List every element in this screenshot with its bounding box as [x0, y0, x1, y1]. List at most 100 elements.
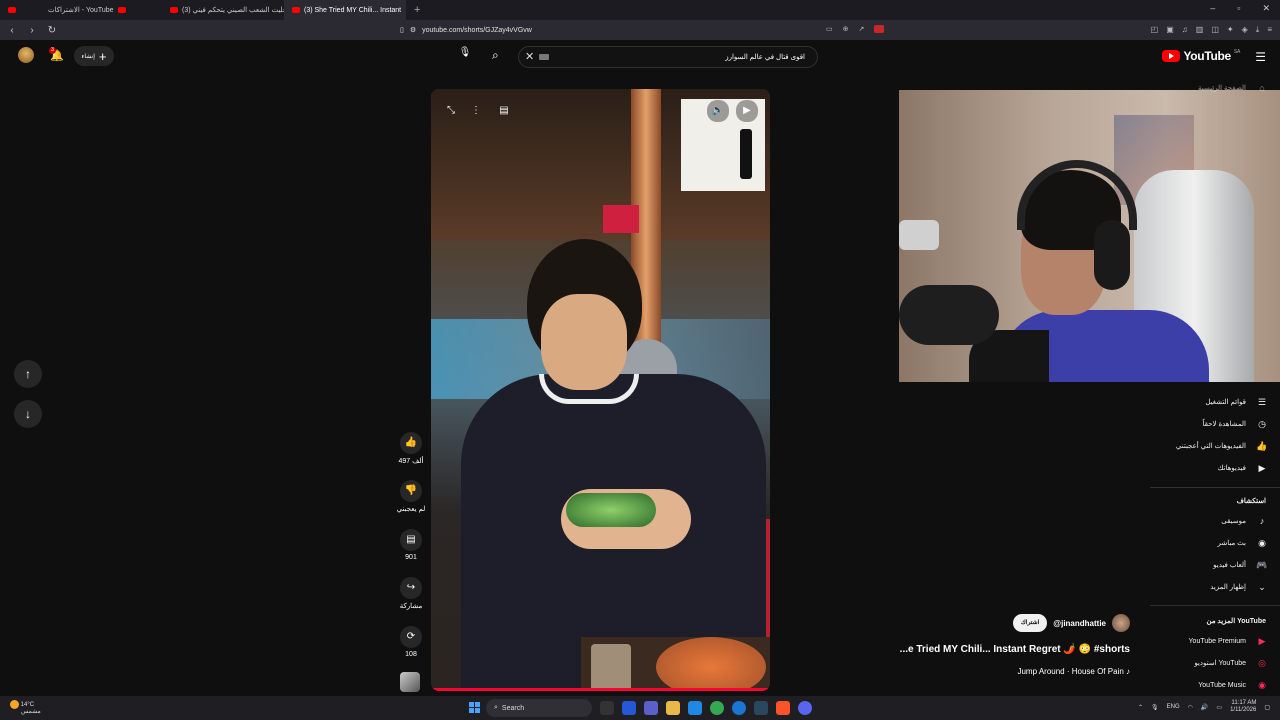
wifi-icon[interactable]: ◠: [1188, 704, 1193, 711]
short-title[interactable]: ...e Tried MY Chili... Instant Regret 🌶️…: [900, 644, 1130, 655]
subscribe-button[interactable]: اشتراك: [1012, 614, 1048, 632]
sidebar-item-label: YouTube Premium: [1188, 637, 1246, 645]
windows-start-icon[interactable]: [469, 702, 480, 713]
notification-center-icon[interactable]: ▢: [1264, 704, 1270, 711]
browser-tab[interactable]: [0, 0, 40, 20]
previous-short-button[interactable]: ↑: [14, 360, 42, 388]
next-short-button[interactable]: ↓: [14, 400, 42, 428]
clock-icon: ◷: [1258, 418, 1266, 429]
sidebar-item-studio[interactable]: استوديو YouTube ◎: [1150, 653, 1280, 673]
search-icon[interactable]: ⌕: [492, 48, 499, 63]
more-options-icon[interactable]: ⋮: [471, 103, 481, 119]
hamburger-menu-icon[interactable]: ☰: [1255, 50, 1266, 64]
taskbar-search-label: Search: [501, 704, 525, 712]
youtube-logo[interactable]: YouTube SA: [1162, 49, 1240, 63]
sidebar-item-premium[interactable]: YouTube Premium ▶: [1150, 631, 1280, 651]
language-indicator[interactable]: ENG: [1167, 704, 1180, 710]
dislike-button[interactable]: 👎 لم يعجبني: [392, 480, 430, 513]
play-icon[interactable]: ▶: [736, 100, 758, 122]
volume-icon[interactable]: 🔈: [707, 100, 729, 122]
site-info-icon[interactable]: ⚙: [410, 26, 416, 34]
video-frame-bowl: [656, 637, 766, 691]
back-icon[interactable]: ‹: [4, 25, 20, 36]
create-button[interactable]: إنشاء +: [74, 46, 114, 66]
sidebar-item-your-videos[interactable]: فيديوهاتك ▶: [1150, 458, 1280, 478]
extension-icon[interactable]: ▣: [1166, 25, 1174, 35]
url-field[interactable]: ▯ ⚙ youtube.com/shorts/GJZay4vVGvw: [400, 26, 532, 35]
music-icon[interactable]: ♫: [1182, 25, 1188, 35]
app-icon[interactable]: [688, 701, 702, 715]
sidebar-item-show-more[interactable]: إظهار المزيد ⌄: [1150, 577, 1280, 597]
comments-button[interactable]: ▤ 901: [392, 529, 430, 561]
zoom-icon[interactable]: ⊕: [843, 25, 849, 35]
forward-icon[interactable]: ›: [24, 25, 40, 36]
sound-link[interactable]: Jump Around · House Of Pain ♪: [1017, 667, 1130, 676]
like-button[interactable]: 👍 497 ألف: [392, 432, 430, 465]
create-label: إنشاء: [81, 53, 95, 60]
thumbs-up-icon: 👍: [400, 432, 422, 454]
sidebar-item-gaming[interactable]: ألعاب فيديو 🎮: [1150, 555, 1280, 575]
file-explorer-icon[interactable]: [666, 701, 680, 715]
teams-icon[interactable]: [644, 701, 658, 715]
browser-tab[interactable]: (3) خليت الشعب الصيني يتحكم فيني !!: [162, 0, 284, 20]
close-window-icon[interactable]: ✕: [1262, 3, 1270, 14]
sidebar-item-playlists[interactable]: قوائم التشغيل ☰: [1150, 392, 1280, 412]
chrome-icon[interactable]: [710, 701, 724, 715]
fullscreen-icon[interactable]: ⤡: [443, 103, 459, 119]
avatar[interactable]: [18, 47, 34, 63]
clear-search-icon[interactable]: ✕: [525, 50, 534, 63]
shield-icon[interactable]: [874, 25, 885, 35]
brave-icon[interactable]: [776, 701, 790, 715]
sidebar-item-liked[interactable]: الفيديوهات التي أعجبتني 👍: [1150, 436, 1280, 456]
search-input[interactable]: اقوى قتال في عالم السوارز: [725, 53, 805, 61]
weather-widget[interactable]: 14°C مشمس: [10, 700, 41, 716]
sidebar-item-youtube-music[interactable]: YouTube Music ◉: [1150, 675, 1280, 695]
bookmark-icon[interactable]: ▯: [400, 26, 404, 34]
windows-taskbar: 14°C مشمس ⌕ Search ⌃ 🎙 ENG ◠ 🔊 ▭ 11:17 A…: [0, 696, 1280, 720]
clock[interactable]: 11:17 AM 1/11/2026: [1230, 700, 1256, 714]
reload-icon[interactable]: ↻: [44, 25, 60, 36]
browser-tab-active[interactable]: (3) She Tried MY Chili... Instant✕: [284, 0, 406, 20]
steam-icon[interactable]: [754, 701, 768, 715]
menu-icon[interactable]: ≡: [1267, 25, 1272, 35]
extension-icon[interactable]: ◰: [1151, 25, 1159, 35]
plus-icon: +: [98, 48, 107, 64]
remix-button[interactable]: ⟳ 108: [392, 626, 430, 658]
sidebar-item-watch-later[interactable]: المشاهدة لاحقاً ◷: [1150, 414, 1280, 434]
share-page-icon[interactable]: ↗: [859, 25, 865, 35]
sidebar-icon[interactable]: ▥: [1196, 25, 1204, 35]
sidebar-item-music[interactable]: موسيقى ♪: [1150, 511, 1280, 531]
sidebar-item-live[interactable]: بث مباشر ◉: [1150, 533, 1280, 553]
task-view-icon[interactable]: [600, 701, 614, 715]
discord-icon[interactable]: [798, 701, 812, 715]
maximize-icon[interactable]: ▫: [1237, 3, 1240, 14]
keyboard-icon[interactable]: [539, 54, 549, 60]
weather-sun-icon: [10, 700, 19, 709]
edge-icon[interactable]: [732, 701, 746, 715]
download-icon[interactable]: ⤓: [1256, 25, 1260, 35]
share-button[interactable]: ↪ مشاركة: [392, 577, 430, 610]
sound-thumbnail[interactable]: [400, 672, 420, 692]
url-text: youtube.com/shorts/GJZay4vVGvw: [422, 26, 532, 34]
browser-tab[interactable]: الاشتراكات - YouTube: [40, 0, 162, 20]
install-icon[interactable]: ▭: [826, 25, 833, 35]
playback-progress-bar[interactable]: [431, 688, 770, 691]
app-icon[interactable]: [622, 701, 636, 715]
captions-icon[interactable]: ▤: [497, 103, 511, 119]
battery-icon[interactable]: ▭: [1216, 704, 1222, 711]
shorts-player[interactable]: ⤡ ⋮ ▤ 🔈 ▶: [431, 89, 770, 691]
leo-icon[interactable]: ✦: [1227, 25, 1234, 35]
taskbar-search[interactable]: ⌕ Search: [486, 699, 592, 717]
channel-avatar[interactable]: [1112, 614, 1130, 632]
chevron-up-icon[interactable]: ⌃: [1138, 704, 1143, 711]
speaker-icon[interactable]: 🔊: [1201, 704, 1208, 711]
wallet-icon[interactable]: ◫: [1211, 25, 1219, 35]
sidebar-item-home[interactable]: الصفحة الرئيسية ⌂: [1150, 78, 1280, 98]
channel-handle[interactable]: @jinandhattie: [1053, 619, 1106, 628]
microphone-icon[interactable]: 🎙: [458, 47, 472, 61]
minimize-icon[interactable]: –: [1210, 3, 1215, 14]
mic-tray-icon[interactable]: 🎙: [1151, 704, 1159, 711]
vpn-icon[interactable]: ◈: [1242, 25, 1248, 35]
new-tab-button[interactable]: +: [406, 4, 428, 16]
search-box[interactable]: ✕ اقوى قتال في عالم السوارز: [518, 46, 818, 68]
